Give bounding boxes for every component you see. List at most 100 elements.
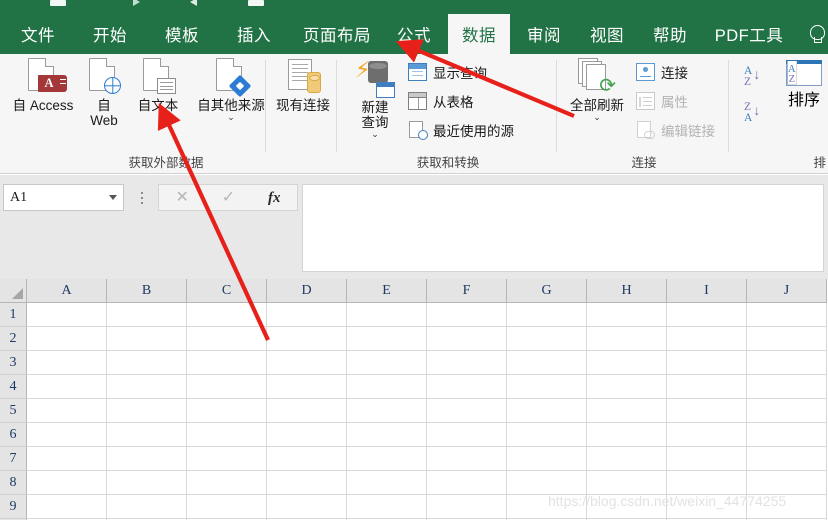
command-refresh-all[interactable]: ⟳ 全部刷新 ⌄ (564, 58, 630, 122)
cancel-icon[interactable]: ✕ (175, 189, 188, 206)
cell-G6[interactable] (507, 423, 587, 447)
cell-H5[interactable] (587, 399, 667, 423)
cell-F1[interactable] (427, 303, 507, 327)
cell-E3[interactable] (347, 351, 427, 375)
cell-G5[interactable] (507, 399, 587, 423)
cell-G2[interactable] (507, 327, 587, 351)
sort-az-icon[interactable]: AZ ↓ (744, 65, 760, 88)
cell-J9[interactable] (747, 495, 827, 519)
cell-J4[interactable] (747, 375, 827, 399)
column-header-E[interactable]: E (347, 279, 427, 303)
cell-B1[interactable] (107, 303, 187, 327)
cell-D6[interactable] (267, 423, 347, 447)
cell-H4[interactable] (587, 375, 667, 399)
row-header-8[interactable]: 8 (0, 471, 27, 495)
command-recent-sources[interactable]: 最近使用的源 (408, 120, 514, 140)
cell-H3[interactable] (587, 351, 667, 375)
formula-input[interactable] (302, 184, 824, 272)
enter-icon[interactable]: ✓ (222, 189, 235, 206)
cell-F3[interactable] (427, 351, 507, 375)
tab-data[interactable]: 数据 (448, 14, 510, 54)
cell-E7[interactable] (347, 447, 427, 471)
cell-J1[interactable] (747, 303, 827, 327)
tab-help[interactable]: 帮助 (641, 14, 699, 54)
cell-E5[interactable] (347, 399, 427, 423)
cell-D4[interactable] (267, 375, 347, 399)
column-header-B[interactable]: B (107, 279, 187, 303)
cell-E1[interactable] (347, 303, 427, 327)
chevron-down-icon[interactable] (109, 195, 117, 200)
cell-F8[interactable] (427, 471, 507, 495)
cell-I4[interactable] (667, 375, 747, 399)
cell-G7[interactable] (507, 447, 587, 471)
cell-J5[interactable] (747, 399, 827, 423)
cell-A3[interactable] (27, 351, 107, 375)
cell-F7[interactable] (427, 447, 507, 471)
cell-D3[interactable] (267, 351, 347, 375)
command-from-other-sources[interactable]: 自其他来源 ⌄ (190, 58, 272, 122)
command-sort-dialog[interactable]: ZA AZ 排序 (780, 59, 828, 110)
command-show-queries[interactable]: 显示查询 (408, 62, 487, 82)
cell-D8[interactable] (267, 471, 347, 495)
cell-D1[interactable] (267, 303, 347, 327)
command-new-query[interactable]: ⚡ 新建 查询 ⌄ (348, 58, 402, 139)
cell-H2[interactable] (587, 327, 667, 351)
cell-E9[interactable] (347, 495, 427, 519)
cell-D5[interactable] (267, 399, 347, 423)
cell-E4[interactable] (347, 375, 427, 399)
sort-za-icon[interactable]: ZA ↓ (744, 101, 760, 124)
cell-A6[interactable] (27, 423, 107, 447)
cell-J3[interactable] (747, 351, 827, 375)
command-from-web[interactable]: 自 Web (82, 58, 126, 128)
tab-review[interactable]: 审阅 (515, 14, 573, 54)
cell-G3[interactable] (507, 351, 587, 375)
cell-A1[interactable] (27, 303, 107, 327)
command-from-text[interactable]: 自文本 (128, 58, 188, 113)
row-header-9[interactable]: 9 (0, 495, 27, 519)
cell-E8[interactable] (347, 471, 427, 495)
save-icon[interactable] (50, 0, 66, 6)
column-header-A[interactable]: A (27, 279, 107, 303)
cell-D9[interactable] (267, 495, 347, 519)
cell-C2[interactable] (187, 327, 267, 351)
cell-D2[interactable] (267, 327, 347, 351)
column-header-G[interactable]: G (507, 279, 587, 303)
cell-C5[interactable] (187, 399, 267, 423)
undo-icon[interactable] (133, 0, 149, 6)
column-header-F[interactable]: F (427, 279, 507, 303)
cell-J6[interactable] (747, 423, 827, 447)
tab-insert[interactable]: 插入 (222, 14, 286, 54)
cell-H9[interactable] (587, 495, 667, 519)
cell-G1[interactable] (507, 303, 587, 327)
row-header-2[interactable]: 2 (0, 327, 27, 351)
cell-I7[interactable] (667, 447, 747, 471)
tab-template[interactable]: 模板 (150, 14, 214, 54)
row-header-4[interactable]: 4 (0, 375, 27, 399)
cell-C8[interactable] (187, 471, 267, 495)
cell-A7[interactable] (27, 447, 107, 471)
cell-F6[interactable] (427, 423, 507, 447)
cell-A8[interactable] (27, 471, 107, 495)
cell-F5[interactable] (427, 399, 507, 423)
cell-C6[interactable] (187, 423, 267, 447)
cell-I3[interactable] (667, 351, 747, 375)
cell-G9[interactable] (507, 495, 587, 519)
insert-function-icon[interactable]: fx (268, 190, 281, 206)
tab-view[interactable]: 视图 (578, 14, 636, 54)
column-header-C[interactable]: C (187, 279, 267, 303)
column-header-H[interactable]: H (587, 279, 667, 303)
tab-home[interactable]: 开始 (78, 14, 142, 54)
cell-H8[interactable] (587, 471, 667, 495)
cell-B8[interactable] (107, 471, 187, 495)
column-header-I[interactable]: I (667, 279, 747, 303)
cell-F2[interactable] (427, 327, 507, 351)
name-box[interactable]: A1 (3, 184, 124, 211)
cell-C9[interactable] (187, 495, 267, 519)
tab-page-layout[interactable]: 页面布局 (294, 14, 380, 54)
cell-B5[interactable] (107, 399, 187, 423)
cell-C3[interactable] (187, 351, 267, 375)
cell-B9[interactable] (107, 495, 187, 519)
cell-C4[interactable] (187, 375, 267, 399)
cell-B4[interactable] (107, 375, 187, 399)
cell-J8[interactable] (747, 471, 827, 495)
